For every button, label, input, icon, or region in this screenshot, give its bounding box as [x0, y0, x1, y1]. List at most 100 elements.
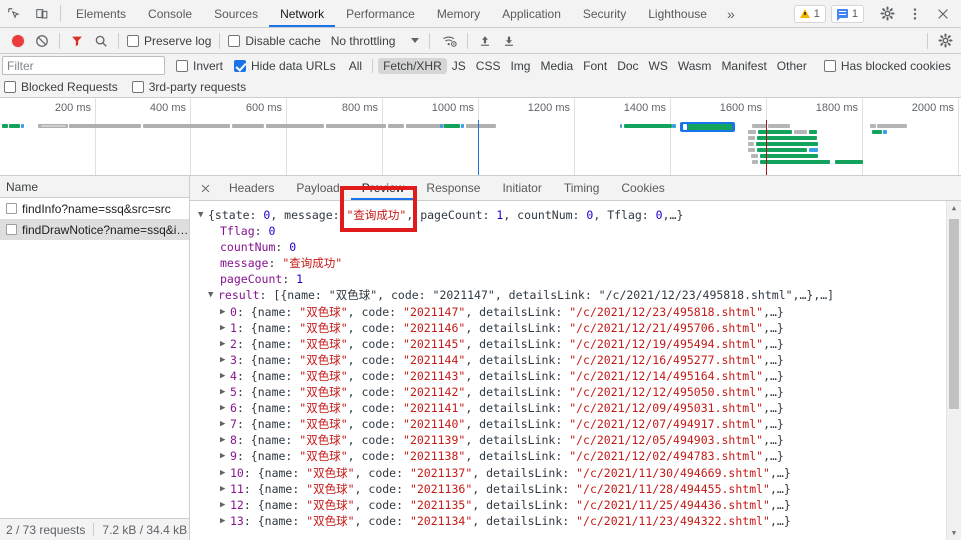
json-preview-tree[interactable]: {state: 0, message: "查询成功", pageCount: 1…: [190, 201, 961, 540]
tab-network[interactable]: Network: [269, 0, 336, 27]
third-party-requests-checkbox[interactable]: 3rd-party requests: [131, 80, 246, 94]
filter-type-js[interactable]: JS: [447, 58, 471, 74]
json-root-row[interactable]: {state: 0, message: "查询成功", pageCount: 1…: [198, 207, 961, 223]
json-array-item[interactable]: 5: {name: "双色球", code: "2021142", detail…: [198, 384, 961, 400]
chevron-right-icon[interactable]: [220, 432, 230, 448]
request-table-header[interactable]: Name: [0, 176, 189, 198]
tab-memory[interactable]: Memory: [426, 0, 491, 27]
table-row[interactable]: findDrawNotice?name=ssq&i…: [0, 219, 189, 240]
disable-cache-checkbox[interactable]: Disable cache: [228, 34, 321, 48]
json-array-item[interactable]: 9: {name: "双色球", code: "2021138", detail…: [198, 448, 961, 464]
json-array-item[interactable]: 3: {name: "双色球", code: "2021144", detail…: [198, 352, 961, 368]
gear-icon[interactable]: [873, 6, 901, 21]
json-property-row[interactable]: Tflag: 0: [198, 223, 961, 239]
filter-input[interactable]: [2, 56, 165, 75]
json-property-row[interactable]: pageCount: 1: [198, 271, 961, 287]
detail-tab-payload[interactable]: Payload: [285, 176, 350, 200]
preserve-log-checkbox[interactable]: Preserve log: [127, 34, 211, 48]
filter-icon[interactable]: [65, 30, 89, 52]
detail-tab-headers[interactable]: Headers: [218, 176, 285, 200]
tab-application[interactable]: Application: [491, 0, 572, 27]
chevron-right-icon[interactable]: [220, 465, 230, 481]
blocked-requests-checkbox[interactable]: Blocked Requests: [4, 80, 118, 94]
chevron-right-icon[interactable]: [220, 400, 230, 416]
json-array-item[interactable]: 1: {name: "双色球", code: "2021146", detail…: [198, 320, 961, 336]
chevron-right-icon[interactable]: [220, 416, 230, 432]
record-icon[interactable]: [6, 30, 30, 52]
scroll-down-arrow-icon[interactable]: ▼: [947, 526, 961, 540]
chevron-right-icon[interactable]: [220, 352, 230, 368]
scrollbar-thumb[interactable]: [949, 219, 959, 409]
warning-badge[interactable]: 1: [793, 4, 826, 23]
inspect-element-icon[interactable]: [0, 0, 28, 27]
chevron-right-icon[interactable]: [220, 368, 230, 384]
chevron-right-icon[interactable]: [220, 481, 230, 497]
filter-type-wasm[interactable]: Wasm: [673, 58, 717, 74]
json-array-item[interactable]: 8: {name: "双色球", code: "2021139", detail…: [198, 432, 961, 448]
json-array-item[interactable]: 0: {name: "双色球", code: "2021147", detail…: [198, 304, 961, 320]
message-badge[interactable]: 1: [830, 4, 864, 23]
chevron-right-icon[interactable]: [220, 448, 230, 464]
hide-data-urls-checkbox[interactable]: Hide data URLs: [234, 59, 336, 73]
chevron-right-icon[interactable]: [220, 513, 230, 529]
preview-scrollbar[interactable]: ▲ ▼: [946, 201, 961, 540]
close-detail-icon[interactable]: [192, 176, 218, 200]
network-overview-timeline[interactable]: 200 ms 400 ms 600 ms 800 ms 1000 ms 1200…: [0, 98, 961, 176]
more-vertical-icon[interactable]: [901, 7, 929, 21]
json-result-row[interactable]: result: [{name: "双色球", code: "2021147", …: [198, 287, 961, 303]
has-blocked-cookies-checkbox[interactable]: Has blocked cookies: [823, 59, 951, 73]
request-list[interactable]: findInfo?name=ssq&src=src findDrawNotice…: [0, 198, 189, 518]
json-array-item[interactable]: 10: {name: "双色球", code: "2021137", detai…: [198, 465, 961, 481]
json-array-item[interactable]: 6: {name: "双色球", code: "2021141", detail…: [198, 400, 961, 416]
detail-tab-cookies[interactable]: Cookies: [610, 176, 675, 200]
json-array-item[interactable]: 12: {name: "双色球", code: "2021135", detai…: [198, 497, 961, 513]
import-har-icon[interactable]: [473, 30, 497, 52]
more-tabs-button[interactable]: »: [718, 0, 744, 27]
clear-icon[interactable]: [30, 30, 54, 52]
throttling-select[interactable]: No throttling: [331, 34, 420, 48]
filter-type-ws[interactable]: WS: [644, 58, 673, 74]
tab-lighthouse[interactable]: Lighthouse: [637, 0, 718, 27]
tab-console[interactable]: Console: [137, 0, 203, 27]
json-array-item[interactable]: 11: {name: "双色球", code: "2021136", detai…: [198, 481, 961, 497]
filter-type-css[interactable]: CSS: [471, 58, 506, 74]
chevron-right-icon[interactable]: [220, 304, 230, 320]
chevron-right-icon[interactable]: [220, 497, 230, 513]
detail-tab-initiator[interactable]: Initiator: [491, 176, 552, 200]
close-icon[interactable]: [929, 7, 957, 21]
tab-security[interactable]: Security: [572, 0, 637, 27]
json-property-row[interactable]: countNum: 0: [198, 239, 961, 255]
json-array-item[interactable]: 2: {name: "双色球", code: "2021145", detail…: [198, 336, 961, 352]
tab-elements[interactable]: Elements: [65, 0, 137, 27]
chevron-down-icon[interactable]: [208, 287, 218, 303]
detail-tab-preview[interactable]: Preview: [350, 176, 416, 200]
json-array-item[interactable]: 13: {name: "双色球", code: "2021134", detai…: [198, 513, 961, 529]
wifi-settings-icon[interactable]: [438, 30, 462, 52]
chevron-right-icon[interactable]: [220, 384, 230, 400]
json-array-item[interactable]: 7: {name: "双色球", code: "2021140", detail…: [198, 416, 961, 432]
tab-sources[interactable]: Sources: [203, 0, 269, 27]
detail-tab-response[interactable]: Response: [415, 176, 491, 200]
filter-type-manifest[interactable]: Manifest: [716, 58, 771, 74]
chevron-right-icon[interactable]: [220, 336, 230, 352]
filter-type-img[interactable]: Img: [505, 58, 535, 74]
filter-type-font[interactable]: Font: [578, 58, 612, 74]
json-array-item[interactable]: 4: {name: "双色球", code: "2021143", detail…: [198, 368, 961, 384]
detail-tab-timing[interactable]: Timing: [553, 176, 611, 200]
filter-type-doc[interactable]: Doc: [612, 58, 643, 74]
filter-type-all[interactable]: All: [344, 58, 367, 74]
search-icon[interactable]: [89, 30, 113, 52]
filter-type-media[interactable]: Media: [535, 58, 578, 74]
json-property-row[interactable]: message: "查询成功": [198, 255, 961, 271]
filter-type-other[interactable]: Other: [772, 58, 812, 74]
export-har-icon[interactable]: [497, 30, 521, 52]
network-settings-gear-icon[interactable]: [933, 30, 957, 52]
device-toolbar-icon[interactable]: [28, 0, 56, 27]
scroll-up-arrow-icon[interactable]: ▲: [947, 201, 961, 215]
filter-type-fetch-xhr[interactable]: Fetch/XHR: [378, 57, 447, 74]
invert-checkbox[interactable]: Invert: [176, 59, 223, 73]
chevron-right-icon[interactable]: [220, 320, 230, 336]
table-row[interactable]: findInfo?name=ssq&src=src: [0, 198, 189, 219]
chevron-down-icon[interactable]: [198, 207, 208, 223]
tab-performance[interactable]: Performance: [335, 0, 426, 27]
